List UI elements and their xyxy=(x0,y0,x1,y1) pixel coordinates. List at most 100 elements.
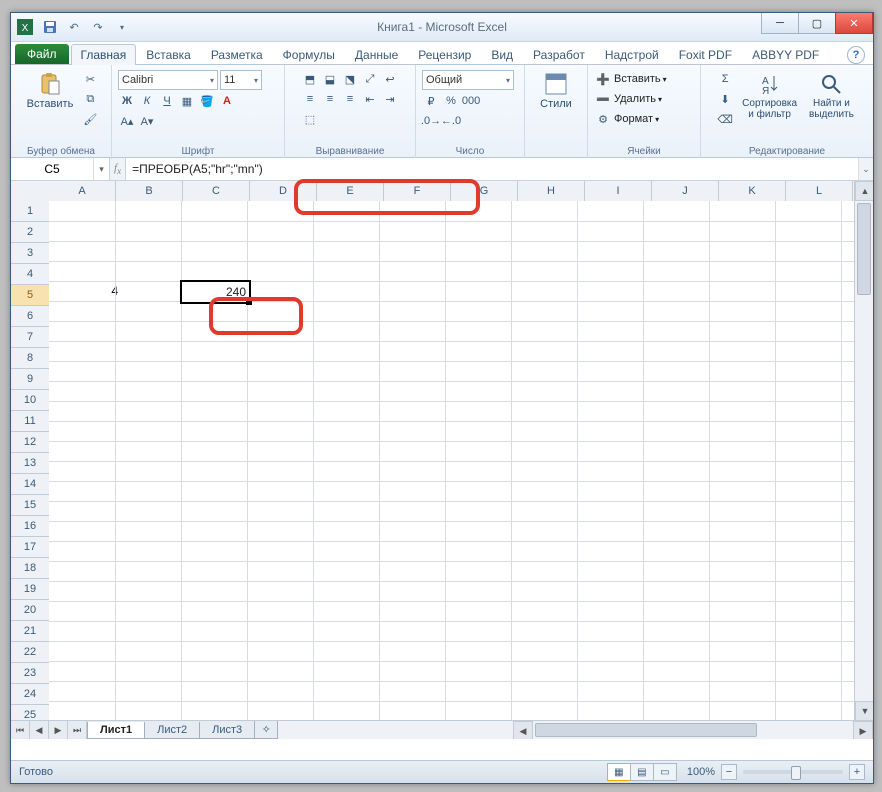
align-bottom-icon[interactable]: ⬔ xyxy=(341,70,359,88)
row-header[interactable]: 22 xyxy=(11,642,49,663)
format-cells-button[interactable]: ⚙Формат▾ xyxy=(594,110,659,128)
tab-home[interactable]: Главная xyxy=(71,44,137,65)
col-header[interactable]: D xyxy=(250,181,317,201)
tab-addins[interactable]: Надстрой xyxy=(595,44,669,65)
save-icon[interactable] xyxy=(41,18,59,36)
tab-abbyy[interactable]: ABBYY PDF xyxy=(742,44,829,65)
name-box-input[interactable] xyxy=(11,162,93,176)
border-icon[interactable]: ▦ xyxy=(178,92,196,110)
col-header[interactable]: G xyxy=(451,181,518,201)
maximize-button[interactable]: ▢ xyxy=(798,13,836,34)
increase-font-icon[interactable]: A▴ xyxy=(118,112,136,130)
increase-decimal-icon[interactable]: .0→ xyxy=(422,112,440,130)
tab-layout[interactable]: Разметка xyxy=(201,44,273,65)
insert-cells-button[interactable]: ➕Вставить▾ xyxy=(594,70,667,88)
scroll-right-icon[interactable]: ▶ xyxy=(853,721,873,739)
align-left-icon[interactable]: ≡ xyxy=(301,90,319,108)
increase-indent-icon[interactable]: ⇥ xyxy=(381,90,399,108)
scroll-thumb[interactable] xyxy=(857,203,871,295)
decrease-decimal-icon[interactable]: ←.0 xyxy=(442,112,460,130)
redo-icon[interactable]: ↷ xyxy=(89,18,107,36)
row-header[interactable]: 4 xyxy=(11,264,49,285)
currency-icon[interactable]: ₽ xyxy=(422,92,440,110)
vertical-scrollbar[interactable]: ▲ ▼ xyxy=(854,181,873,721)
align-middle-icon[interactable]: ⬓ xyxy=(321,70,339,88)
view-page-layout-icon[interactable]: ▤ xyxy=(630,763,654,781)
row-header[interactable]: 20 xyxy=(11,600,49,621)
wrap-text-icon[interactable]: ↩ xyxy=(381,70,399,88)
sheet-tab[interactable]: Лист2 xyxy=(144,722,200,739)
autosum-icon[interactable]: Σ xyxy=(716,70,734,88)
tab-formulas[interactable]: Формулы xyxy=(273,44,345,65)
delete-cells-button[interactable]: ➖Удалить▾ xyxy=(594,90,662,108)
scroll-up-icon[interactable]: ▲ xyxy=(855,181,873,201)
col-header[interactable]: C xyxy=(183,181,250,201)
col-header[interactable]: A xyxy=(49,181,116,201)
row-header[interactable]: 15 xyxy=(11,495,49,516)
sheet-nav-first-icon[interactable]: ⏮ xyxy=(11,721,30,739)
row-header[interactable]: 8 xyxy=(11,348,49,369)
align-right-icon[interactable]: ≡ xyxy=(341,90,359,108)
row-header[interactable]: 9 xyxy=(11,369,49,390)
expand-formula-icon[interactable]: ⌄ xyxy=(858,158,873,180)
worksheet-grid[interactable]: A B C D E F G H I J K L 1234567891011121… xyxy=(11,181,873,739)
file-tab[interactable]: Файл xyxy=(15,44,69,64)
tab-foxit[interactable]: Foxit PDF xyxy=(669,44,742,65)
cells-area[interactable]: 4 240 xyxy=(49,201,855,721)
hscroll-thumb[interactable] xyxy=(535,723,757,737)
name-box[interactable]: ▾ xyxy=(11,158,110,180)
fill-handle[interactable] xyxy=(246,299,252,305)
row-header[interactable]: 5 xyxy=(11,285,49,306)
cut-icon[interactable]: ✂ xyxy=(81,70,99,88)
tab-developer[interactable]: Разработ xyxy=(523,44,595,65)
percent-icon[interactable]: % xyxy=(442,92,460,110)
close-button[interactable]: ✕ xyxy=(835,13,873,34)
row-header[interactable]: 3 xyxy=(11,243,49,264)
minimize-button[interactable]: ─ xyxy=(761,13,799,34)
view-page-break-icon[interactable]: ▭ xyxy=(653,763,677,781)
align-top-icon[interactable]: ⬒ xyxy=(301,70,319,88)
col-header[interactable]: I xyxy=(585,181,652,201)
row-header[interactable]: 16 xyxy=(11,516,49,537)
font-color-icon[interactable]: A xyxy=(218,92,236,110)
view-normal-icon[interactable]: ▦ xyxy=(607,763,631,781)
col-header[interactable]: E xyxy=(317,181,384,201)
select-all-corner[interactable] xyxy=(11,181,50,202)
comma-icon[interactable]: 000 xyxy=(462,92,480,110)
row-header[interactable]: 17 xyxy=(11,537,49,558)
qat-dropdown-icon[interactable]: ▾ xyxy=(113,18,131,36)
zoom-knob[interactable] xyxy=(791,766,801,780)
col-header[interactable]: J xyxy=(652,181,719,201)
tab-data[interactable]: Данные xyxy=(345,44,408,65)
orientation-icon[interactable]: ⤢ xyxy=(361,70,379,88)
zoom-out-button[interactable]: − xyxy=(721,764,737,780)
clear-icon[interactable]: ⌫ xyxy=(716,110,734,128)
styles-button[interactable]: Стили xyxy=(536,70,576,112)
active-cell[interactable]: 240 xyxy=(180,280,251,304)
sheet-nav-last-icon[interactable]: ⏭ xyxy=(68,721,87,739)
tab-review[interactable]: Рецензир xyxy=(408,44,481,65)
underline-icon[interactable]: Ч xyxy=(158,92,176,110)
row-header[interactable]: 11 xyxy=(11,411,49,432)
decrease-font-icon[interactable]: A▾ xyxy=(138,112,156,130)
zoom-slider[interactable] xyxy=(743,770,843,774)
sheet-nav-next-icon[interactable]: ▶ xyxy=(49,721,68,739)
col-header[interactable]: K xyxy=(719,181,786,201)
row-header[interactable]: 21 xyxy=(11,621,49,642)
sort-filter-button[interactable]: AЯ Сортировка и фильтр xyxy=(738,70,801,122)
copy-icon[interactable]: ⧉ xyxy=(81,90,99,108)
row-header[interactable]: 18 xyxy=(11,558,49,579)
italic-icon[interactable]: К xyxy=(138,92,156,110)
zoom-in-button[interactable]: + xyxy=(849,764,865,780)
tab-insert[interactable]: Вставка xyxy=(136,44,201,65)
col-header[interactable]: H xyxy=(518,181,585,201)
new-sheet-icon[interactable]: ✧ xyxy=(254,721,278,739)
scroll-down-icon[interactable]: ▼ xyxy=(855,701,873,721)
bold-icon[interactable]: Ж xyxy=(118,92,136,110)
fx-icon[interactable]: fx xyxy=(114,162,121,176)
col-header[interactable]: L xyxy=(786,181,853,201)
col-header[interactable]: B xyxy=(116,181,183,201)
undo-icon[interactable]: ↶ xyxy=(65,18,83,36)
fill-icon[interactable]: ⬇ xyxy=(716,90,734,108)
row-header[interactable]: 24 xyxy=(11,684,49,705)
